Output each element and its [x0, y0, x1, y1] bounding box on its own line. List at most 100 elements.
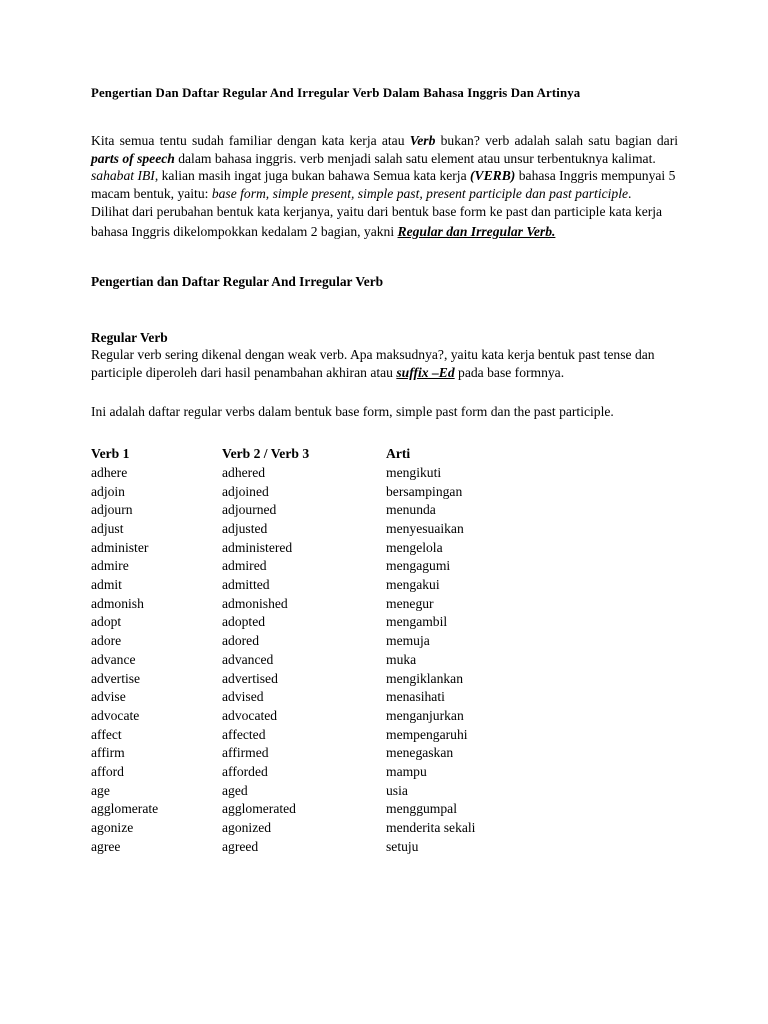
verb-1-cell: agonize: [91, 820, 134, 836]
document-page: Pengertian Dan Daftar Regular And Irregu…: [0, 0, 768, 1024]
paragraph-list-intro: Ini adalah daftar regular verbs dalam be…: [91, 404, 614, 420]
paragraph-regular-verb-emphasis-suffix: suffix –Ed: [396, 364, 455, 380]
paragraph-dilihat-emphasis-regular-irregular: Regular dan Irregular Verb.: [397, 223, 556, 239]
arti-cell: muka: [386, 651, 417, 667]
paragraph-regular-verb-run-3: pada base formnya.: [454, 364, 565, 380]
verb-1-cell: adopt: [91, 614, 122, 630]
table-row: admonish admonished menegur: [91, 595, 611, 614]
arti-cell: mengikuti: [386, 464, 442, 480]
verb-1-cell: adjoin: [91, 483, 125, 499]
regular-verb-table-head: Verb 1 Verb 2 / Verb 3 Arti: [91, 443, 611, 464]
verb-2-verb-3-cell: aged: [222, 782, 248, 798]
table-row: adhere adhered mengikuti: [91, 464, 611, 483]
table-row: agonize agonized menderita sekali: [91, 819, 611, 838]
table-row: adjourn adjourned menunda: [91, 501, 611, 520]
verb-2-verb-3-cell: advertised: [222, 670, 278, 686]
paragraph-intro-emphasis-parts-of-speech: parts of speech: [91, 150, 175, 166]
arti-cell: mempengaruhi: [386, 726, 468, 742]
arti-cell: usia: [386, 782, 408, 798]
verb-2-verb-3-cell: affected: [222, 726, 266, 742]
arti-cell: menunda: [386, 502, 436, 518]
arti-cell: menganjurkan: [386, 707, 464, 723]
paragraph-sahabat-ibi: sahabat IBI, kalian masih ingat juga buk…: [91, 167, 678, 202]
arti-cell: menegur: [386, 595, 434, 611]
arti-cell: mengagumi: [386, 558, 451, 574]
arti-cell: mengelola: [386, 539, 443, 555]
arti-cell: mengakui: [386, 577, 440, 593]
paragraph-intro: Kita semua tentu sudah familiar dengan k…: [91, 132, 678, 167]
verb-2-verb-3-cell: agonized: [222, 820, 272, 836]
verb-2-verb-3-cell: admired: [222, 558, 267, 574]
arti-cell: memuja: [386, 633, 430, 649]
verb-2-verb-3-cell: adored: [222, 633, 259, 649]
table-row: agree agreed setuju: [91, 838, 611, 857]
table-row: age aged usia: [91, 782, 611, 801]
verb-2-verb-3-cell: afforded: [222, 764, 268, 780]
section-heading-pengertian-daftar: Pengertian dan Daftar Regular And Irregu…: [91, 274, 384, 290]
verb-2-verb-3-cell: adjoined: [222, 483, 269, 499]
arti-cell: menggumpal: [386, 801, 457, 817]
paragraph-intro-run-3: bukan? verb adalah salah satu bagian dar…: [435, 132, 679, 148]
verb-1-cell: adore: [91, 633, 122, 649]
arti-cell: menasihati: [386, 689, 445, 705]
table-row: advance advanced muka: [91, 651, 611, 670]
verb-1-cell: adhere: [91, 464, 128, 480]
verb-1-cell: affect: [91, 726, 122, 742]
column-header-verb-2-verb-3: Verb 2 / Verb 3: [222, 445, 310, 461]
verb-1-cell: agglomerate: [91, 801, 159, 817]
verb-2-verb-3-cell: admonished: [222, 595, 288, 611]
verb-1-cell: afford: [91, 764, 124, 780]
verb-2-verb-3-cell: advanced: [222, 651, 274, 667]
arti-cell: setuju: [386, 838, 419, 854]
column-header-verb-1: Verb 1: [91, 445, 130, 461]
table-row: afford afforded mampu: [91, 763, 611, 782]
verb-2-verb-3-cell: administered: [222, 539, 293, 555]
arti-cell: menegaskan: [386, 745, 454, 761]
verb-2-verb-3-cell: affirmed: [222, 745, 269, 761]
verb-1-cell: adjust: [91, 520, 124, 536]
table-header-row: Verb 1 Verb 2 / Verb 3 Arti: [91, 443, 611, 464]
arti-cell: mengiklankan: [386, 670, 464, 686]
paragraph-sahabat-ibi-run-6: .: [628, 185, 632, 201]
paragraph-intro-run-5: dalam bahasa inggris. verb menjadi salah…: [174, 150, 656, 166]
table-row: advocate advocated menganjurkan: [91, 707, 611, 726]
regular-verb-table-body: adhere adhered mengikuti adjoin adjoined bers…: [91, 464, 611, 857]
arti-cell: menderita sekali: [386, 820, 476, 836]
verb-2-verb-3-cell: agreed: [222, 838, 259, 854]
verb-2-verb-3-cell: admitted: [222, 577, 270, 593]
verb-2-verb-3-cell: adjusted: [222, 520, 268, 536]
section-heading-regular-verb: Regular Verb: [91, 329, 168, 345]
verb-2-verb-3-cell: adopted: [222, 614, 266, 630]
verb-2-verb-3-cell: adjourned: [222, 502, 277, 518]
regular-verb-table: Verb 1 Verb 2 / Verb 3 Arti adhere adhere…: [91, 443, 611, 857]
table-row: advertise advertised mengiklankan: [91, 670, 611, 689]
column-header-arti: Arti: [386, 445, 411, 461]
verb-2-verb-3-cell: agglomerated: [222, 801, 296, 817]
paragraph-intro-emphasis-verb: Verb: [409, 132, 436, 148]
table-row: administer administered mengelola: [91, 539, 611, 558]
table-row: admire admired mengagumi: [91, 557, 611, 576]
document-body: Pengertian Dan Daftar Regular And Irregu…: [91, 86, 678, 857]
verb-1-cell: agree: [91, 838, 121, 854]
table-row: affect affected mempengaruhi: [91, 726, 611, 745]
arti-cell: bersampingan: [386, 483, 463, 499]
verb-1-cell: admit: [91, 577, 122, 593]
arti-cell: menyesuaikan: [386, 520, 464, 536]
table-row: admit admitted mengakui: [91, 576, 611, 595]
page-title: Pengertian Dan Daftar Regular And Irregu…: [91, 86, 581, 100]
verb-2-verb-3-cell: adhered: [222, 464, 266, 480]
verb-1-cell: advise: [91, 689, 126, 705]
verb-1-cell: advance: [91, 651, 136, 667]
paragraph-sahabat-ibi-run-2: , kalian masih ingat juga bukan bahawa S…: [154, 168, 471, 184]
verb-2-verb-3-cell: advocated: [222, 707, 278, 723]
verb-1-cell: advertise: [91, 670, 141, 686]
paragraph-dilihat: Dilihat dari perubahan bentuk kata kerja…: [91, 202, 678, 241]
verb-1-cell: admire: [91, 558, 129, 574]
verb-1-cell: advocate: [91, 707, 140, 723]
paragraph-intro-run-1: Kita semua tentu sudah familiar dengan k…: [91, 132, 410, 148]
table-row: adjoin adjoined bersampingan: [91, 483, 611, 502]
